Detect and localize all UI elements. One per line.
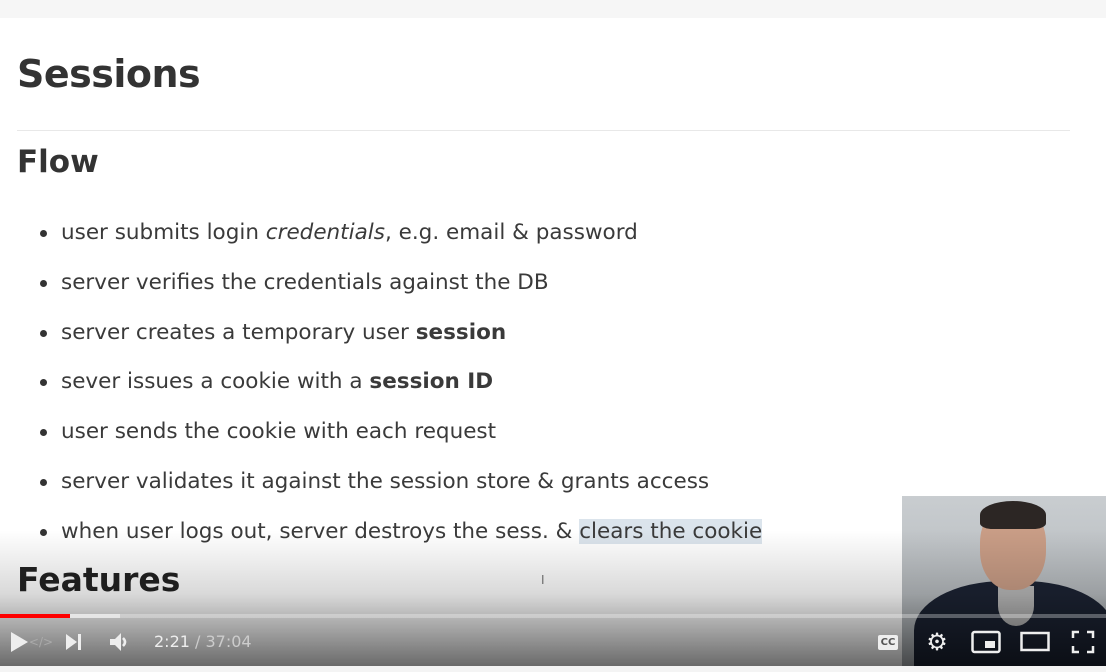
text: server creates a temporary user [61,319,416,345]
played-bar [0,614,71,618]
settings-button[interactable]: ⚙ [922,622,952,662]
captions-button[interactable]: CC [874,622,902,662]
list-item: server verifies the credentials against … [38,268,762,318]
time-display: 2:21 / 37:04 [154,632,252,651]
top-bar [0,0,1106,18]
text: user submits login [61,220,266,245]
text: server validates it against the session … [61,468,710,494]
play-icon [11,632,28,652]
text: server verifies the credentials against … [61,269,549,295]
miniplayer-icon [971,630,1001,654]
current-time: 2:21 [154,632,190,651]
text-cursor-icon: I [541,573,545,587]
theater-mode-button[interactable] [1019,622,1051,662]
next-section-heading: Features [17,560,181,599]
bottom-strip [0,666,1106,672]
emphasis-text: credentials [265,220,385,245]
duration: 37:04 [205,632,252,651]
volume-button[interactable] [104,622,134,662]
theater-icon [1020,631,1050,652]
list-item: user submits login credentials, e.g. ema… [38,218,762,268]
text: , e.g. email & password [384,220,638,245]
miniplayer-button[interactable] [970,622,1002,662]
slide-title: Sessions [17,52,201,96]
list-item: server validates it against the session … [38,467,762,517]
list-item: user sends the cookie with each request [38,417,762,467]
gear-icon: ⚙ [926,628,948,656]
presenter-hair [980,501,1046,529]
section-heading: Flow [17,144,99,180]
highlighted-text: clears the cookie [579,518,763,544]
next-button[interactable] [60,622,88,662]
cc-icon: CC [877,634,899,650]
divider [17,130,1070,131]
list-item: server creates a temporary user session [38,318,762,368]
bold-text: session [415,319,507,345]
time-separator: / [189,632,206,651]
progress-bar[interactable] [0,614,1106,618]
text: sever issues a cookie with a [61,369,370,395]
bold-text: session ID [369,369,494,395]
fullscreen-button[interactable] [1068,622,1098,662]
text: user sends the cookie with each request [61,419,497,445]
text: when user logs out, server destroys the … [61,518,580,544]
list-item: sever issues a cookie with a session ID [38,367,762,417]
fullscreen-icon [1071,630,1095,654]
presenter-shirt [998,586,1034,626]
next-icon [66,634,81,650]
bullet-list: user submits login credentials, e.g. ema… [38,218,763,567]
code-icon: </> [28,635,54,649]
volume-icon [110,633,127,651]
player-controls: </> 2:21 / 37:04 CC ⚙ [0,622,1106,666]
